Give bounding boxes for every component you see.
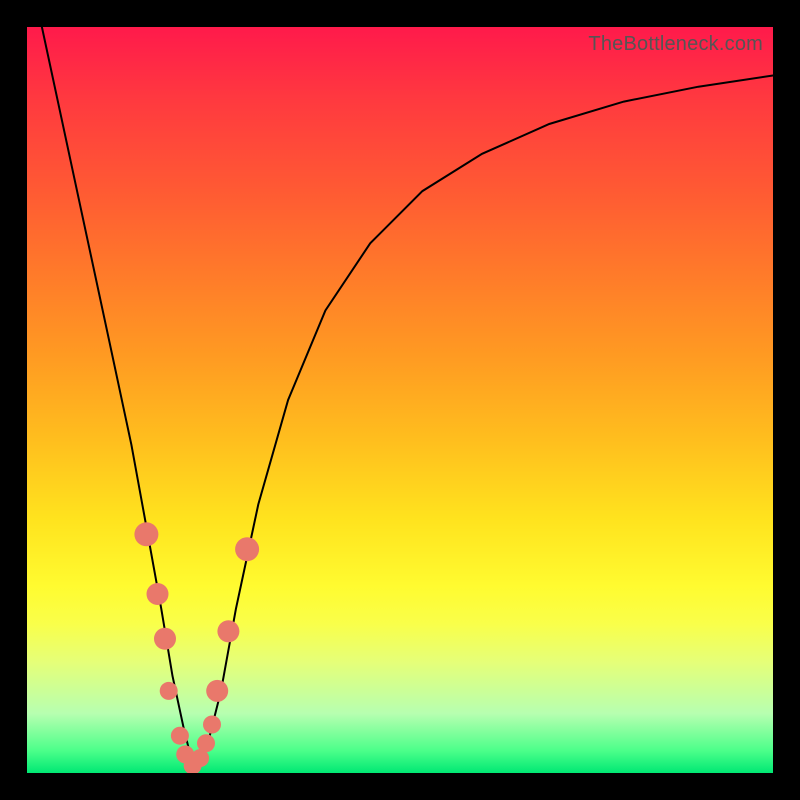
plot-area: TheBottleneck.com [27, 27, 773, 773]
marker-point [217, 620, 239, 642]
marker-point [203, 716, 221, 734]
chart-overlay [27, 27, 773, 773]
marker-point [235, 537, 259, 561]
marker-point [171, 727, 189, 745]
marker-point [134, 522, 158, 546]
marker-point [154, 628, 176, 650]
marker-point [206, 680, 228, 702]
marker-point [160, 682, 178, 700]
marker-point [197, 734, 215, 752]
marker-point [147, 583, 169, 605]
chart-frame: TheBottleneck.com [0, 0, 800, 800]
bottleneck-curve [42, 27, 773, 769]
